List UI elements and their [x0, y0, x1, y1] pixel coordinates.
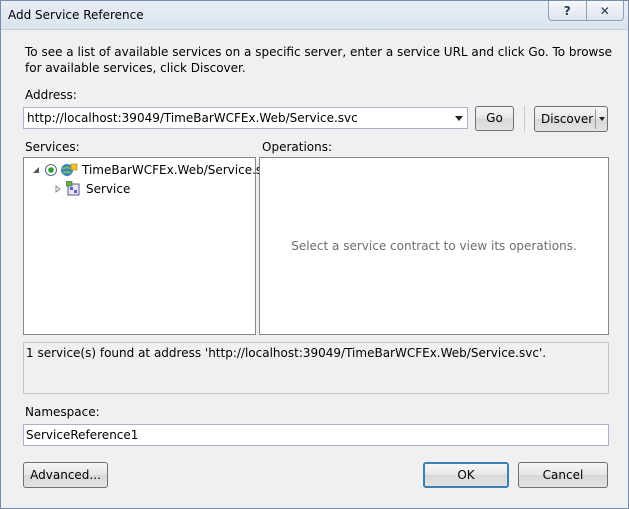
address-combobox[interactable]: http://localhost:39049/TimeBarWCFEx.Web/…: [23, 107, 468, 129]
tree-item-service[interactable]: Service: [54, 181, 130, 197]
tree-item-label: Service: [86, 182, 131, 196]
intro-text: To see a list of available services on a…: [25, 45, 613, 75]
add-service-reference-dialog: Add Service Reference ? ✕ To see a list …: [0, 0, 629, 509]
tree-item-label: TimeBarWCFEx.Web/Service.svc: [82, 163, 276, 177]
collapsed-triangle-icon[interactable]: [54, 185, 62, 193]
operations-placeholder: Select a service contract to view its op…: [291, 239, 577, 253]
window-title: Add Service Reference: [8, 8, 144, 22]
service-class-icon: [66, 181, 80, 196]
discover-dropdown-arrow-icon[interactable]: [599, 117, 605, 121]
cancel-button[interactable]: Cancel: [518, 462, 608, 488]
address-label: Address:: [25, 88, 77, 102]
go-button-label: Go: [486, 111, 503, 125]
split-divider: [595, 109, 596, 129]
dropdown-arrow-icon[interactable]: [455, 116, 463, 121]
radio-selected-icon: [45, 164, 57, 176]
status-message-box: 1 service(s) found at address 'http://lo…: [23, 342, 609, 394]
operations-label: Operations:: [262, 140, 333, 154]
go-button[interactable]: Go: [475, 106, 514, 131]
discover-button[interactable]: Discover: [534, 106, 608, 132]
advanced-button[interactable]: Advanced...: [23, 462, 108, 488]
services-tree[interactable]: TimeBarWCFEx.Web/Service.svc Service: [23, 157, 276, 335]
title-buttons: ? ✕: [548, 1, 624, 21]
ok-button[interactable]: OK: [423, 462, 509, 488]
web-service-icon: [61, 163, 78, 176]
close-button[interactable]: ✕: [585, 1, 624, 20]
services-label: Services:: [25, 140, 80, 154]
help-button[interactable]: ?: [549, 1, 586, 20]
tree-item-service-svc[interactable]: TimeBarWCFEx.Web/Service.svc: [32, 162, 276, 178]
dialog-body: To see a list of available services on a…: [7, 31, 622, 502]
advanced-button-label: Advanced...: [30, 468, 101, 482]
cancel-button-label: Cancel: [542, 468, 584, 482]
toolbar-separator: [524, 106, 525, 132]
operations-panel[interactable]: Select a service contract to view its op…: [259, 157, 609, 335]
namespace-input[interactable]: ServiceReference1: [23, 424, 609, 446]
discover-button-label: Discover: [541, 112, 594, 126]
title-bar: Add Service Reference ? ✕: [1, 1, 628, 30]
expanded-triangle-icon[interactable]: [32, 166, 40, 174]
status-text: 1 service(s) found at address 'http://lo…: [26, 346, 547, 360]
namespace-value: ServiceReference1: [26, 428, 139, 442]
ok-button-label: OK: [457, 468, 475, 482]
address-value: http://localhost:39049/TimeBarWCFEx.Web/…: [27, 111, 358, 125]
namespace-label: Namespace:: [25, 405, 100, 419]
